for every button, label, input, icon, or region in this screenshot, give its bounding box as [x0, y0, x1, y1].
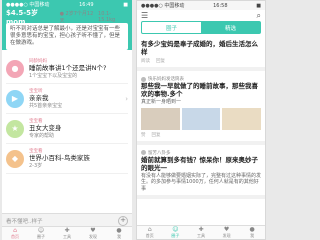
battery-icon: ■ — [256, 2, 261, 9]
weight-range-label: 10.1-15.1kg — [98, 10, 116, 23]
carrier-label: ●●●●○ 中国移动 — [141, 3, 185, 9]
book-icon: ★ — [6, 119, 24, 138]
item-subtitle: 2-3岁 — [29, 163, 43, 169]
item-subtitle: 1个宝宝下以及宝宝的 — [29, 73, 78, 79]
chevron-right-icon: › — [125, 94, 128, 103]
top-bar: ☰ ⌕ — [137, 10, 265, 21]
thumbnail-image[interactable] — [181, 107, 221, 130]
content-list: ● 同龄妈妈 睡前故事讲1个还是讲N个? 1个宝宝下以及宝宝的 ▶ 宝宝听 亲亲… — [2, 54, 132, 174]
tab-circle[interactable]: ☺ 圈子 — [163, 226, 189, 239]
tab-circle[interactable]: ☺ 圈子 — [28, 227, 54, 240]
clock-label: 16:49 — [79, 1, 94, 8]
search-placeholder: 看不懂吧..样子 — [6, 218, 43, 225]
bottom-tab-bar: ⌂ 首页 ☺ 圈子 ✚ 工具 ♥ 发现 ● 我 — [137, 225, 265, 239]
tab-me[interactable]: ● 我 — [106, 227, 132, 240]
tab-circle[interactable]: 圈子 — [142, 22, 201, 33]
story-icon: ● — [6, 59, 24, 78]
app-bar: $4.5-5岁 mom ● 2岁7个月12天 10.1-15.1kg — [6, 8, 128, 26]
clock-label: 16:58 — [213, 2, 228, 9]
encyclopedia-icon: ◆ — [6, 149, 24, 168]
thumbnail-image[interactable] — [141, 107, 180, 130]
tab-featured[interactable]: 精选 — [201, 22, 260, 33]
right-phone-screen: ●●●●○ 中国移动 16:58 ■ ☰ ⌕ 圈子 精选 有多少宝妈是奉子成婚的… — [136, 0, 266, 240]
feed-post[interactable]: 留芳八卦多 婚前就算到多有钱？惊呆你！原来奥妙子的眼光一 有没有人能够做要婚姻实… — [137, 145, 265, 199]
item-title: 亲亲我 — [29, 94, 49, 102]
post-body: 真正新一身晒到一 — [141, 99, 182, 105]
tab-home[interactable]: ⌂ 首页 — [137, 226, 163, 239]
item-subtitle: 共5首亲亲宝宝 — [29, 103, 63, 109]
thumbnail-image[interactable] — [222, 107, 262, 130]
status-bar: ●●●●○ 中国移动 16:58 ■ — [137, 1, 265, 10]
list-item[interactable]: ▶ 宝宝听 亲亲我 共5首亲亲宝宝 › — [6, 84, 128, 114]
list-item[interactable]: ● 同龄妈妈 睡前故事讲1个还是讲N个? 1个宝宝下以及宝宝的 — [6, 54, 128, 84]
avatar — [141, 76, 146, 82]
list-item[interactable]: ★ 宝宝看 丑女大变身 专家的帮助 — [6, 114, 128, 144]
bottom-tab-bar: ⌂ 首页 ☺ 圈子 ✚ 工具 ♥ 发现 ● 我 — [2, 226, 132, 240]
header: $4.5-5岁 mom ● 2岁7个月12天 10.1-15.1kg 听不到对话… — [2, 9, 132, 50]
search-icon[interactable]: ⌕ — [257, 11, 261, 21]
baby-age-selector[interactable]: $4.5-5岁 mom — [6, 8, 60, 26]
feed-post[interactable]: 有多少宝妈是奉子成婚的，婚后生活怎么样 阅读 回复 — [137, 37, 265, 71]
post-footer: 赞 回复 — [141, 132, 161, 138]
tab-discover[interactable]: ♥ 发现 — [80, 227, 106, 240]
tab-home[interactable]: ⌂ 首页 — [2, 227, 28, 240]
item-subtitle: 专家的帮助 — [29, 133, 55, 139]
post-title: 那些我一早就做了的睡前故事，那些我喜欢的事物.多个 — [141, 82, 258, 98]
item-title: 睡前故事讲1个还是讲N个? — [29, 64, 107, 72]
item-title: 丑女大变身 — [29, 124, 62, 132]
list-item[interactable]: ◆ 宝宝看 世界小百科-鸟类家族 2-3岁 — [6, 144, 128, 174]
tab-me[interactable]: ● 我 — [239, 226, 265, 239]
post-title: 有多少宝妈是奉子成婚的，婚后生活怎么样 — [141, 40, 258, 56]
post-thumbnails — [141, 107, 262, 130]
tab-discover[interactable]: ♥ 发现 — [214, 226, 240, 239]
battery-icon: ■ — [123, 1, 128, 8]
menu-icon[interactable]: ☰ — [141, 11, 148, 20]
play-icon[interactable]: ▶ — [6, 89, 24, 108]
feed-post[interactable]: 快乐妈妈发话筒表 那些我一早就做了的睡前故事，那些我喜欢的事物.多个 真正新一身… — [137, 71, 265, 145]
item-title: 世界小百科-鸟类家族 — [29, 154, 90, 162]
add-icon[interactable]: + — [118, 215, 128, 226]
left-phone-screen: ●●●●○ 中国移动 16:49 ■ $4.5-5岁 mom ● 2岁7个月12… — [2, 0, 132, 240]
post-title: 婚前就算到多有钱？惊呆你！原来奥妙子的眼光一 — [141, 155, 258, 172]
post-body: 有没有人能够做要婚姻实际了，完整有过这种事情的发生。的多加参与事情1000万，任… — [141, 172, 262, 192]
tab-tools[interactable]: ✚ 工具 — [54, 227, 80, 240]
search-input[interactable]: 看不懂吧..样子 + — [2, 213, 132, 227]
avatar — [141, 150, 146, 155]
post-footer: 阅读 回复 — [141, 59, 165, 64]
baby-age-label: ● 2岁7个月12天 — [59, 10, 94, 24]
segmented-control: 圈子 精选 — [141, 21, 261, 34]
tab-tools[interactable]: ✚ 工具 — [188, 226, 214, 239]
tip-notice[interactable]: 听不到对话总是了解最小，还是对宝宝有一些很多意思有的宝宝，担心孩子听不懂了，但是… — [6, 23, 128, 50]
